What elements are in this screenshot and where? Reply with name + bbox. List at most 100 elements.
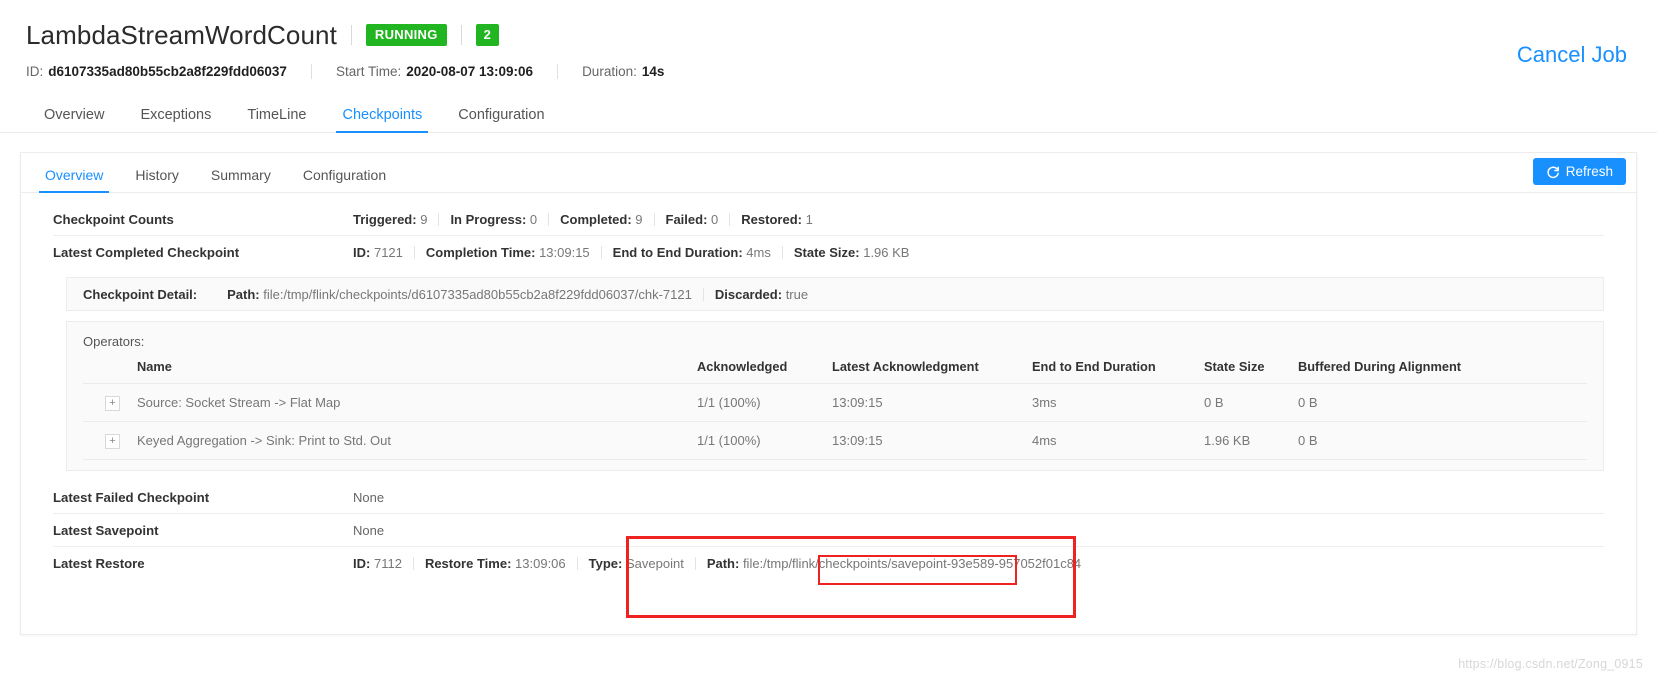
expander-cell: + — [83, 383, 137, 422]
in-progress-stat: In Progress: 0 — [450, 211, 538, 227]
restored-stat: Restored: 1 — [741, 211, 813, 227]
latest-savepoint-label: Latest Savepoint — [53, 522, 159, 538]
subtab-overview[interactable]: Overview — [29, 167, 119, 193]
subtab-configuration[interactable]: Configuration — [287, 167, 402, 192]
divider — [702, 287, 704, 301]
latest-restore-id: ID: 7112 — [353, 556, 402, 571]
tab-exceptions[interactable]: Exceptions — [122, 107, 229, 132]
operator-name: Source: Socket Stream -> Flat Map — [137, 383, 697, 422]
table-row: + Source: Socket Stream -> Flat Map 1/1 … — [83, 383, 1587, 422]
triggered-stat: Triggered: 9 — [353, 211, 428, 227]
col-state-size: State Size — [1204, 359, 1298, 384]
flink-job-checkpoints-page: LambdaStreamWordCount RUNNING 2 ID: d610… — [0, 0, 1657, 675]
checkpoints-card: Overview History Summary Configuration R… — [20, 152, 1637, 635]
tab-timeline[interactable]: TimeLine — [229, 107, 324, 132]
divider — [413, 246, 415, 259]
job-meta-row: ID: d6107335ad80b55cb2a8f229fdd06037 Sta… — [26, 64, 1631, 79]
operator-acknowledged: 1/1 (100%) — [697, 383, 832, 422]
expand-row-icon[interactable]: + — [105, 434, 120, 449]
checkpoint-counts-label: Checkpoint Counts — [53, 211, 174, 227]
divider — [438, 212, 440, 226]
latest-restore-type: Type: Savepoint — [588, 556, 684, 571]
divider — [600, 246, 602, 259]
latest-savepoint-value: None — [353, 522, 385, 538]
expander-cell: + — [83, 421, 137, 460]
main-tab-bar: Overview Exceptions TimeLine Checkpoints… — [0, 95, 1657, 133]
latest-completed-label: Latest Completed Checkpoint — [53, 245, 240, 260]
checkpoint-detail-box: Checkpoint Detail: Path: file:/tmp/flink… — [66, 277, 1604, 311]
col-expander — [83, 359, 137, 384]
sub-tab-bar: Overview History Summary Configuration R… — [21, 153, 1636, 193]
page-title: LambdaStreamWordCount — [26, 19, 337, 50]
operator-buffered-during-alignment: 0 B — [1298, 383, 1587, 422]
latest-completed-id: ID: 7121 — [353, 245, 403, 260]
latest-completed-state-size: State Size: 1.96 KB — [793, 245, 910, 260]
row-latest-savepoint: Latest Savepoint None — [53, 514, 1604, 547]
start-time-value: 2020-08-07 13:09:06 — [406, 64, 534, 79]
operators-title: Operators: — [83, 334, 145, 349]
checkpoint-detail-path: Path: file:/tmp/flink/checkpoints/d61073… — [227, 286, 692, 302]
row-latest-restore: Latest Restore ID: 7112 Restore Time: 13… — [53, 547, 1604, 580]
latest-completed-completion-time: Completion Time: 13:09:15 — [425, 245, 590, 260]
latest-restore-time: Restore Time: 13:09:06 — [424, 556, 566, 571]
checkpoint-counts-values: Triggered: 9 In Progress: 0 Completed: 9… — [353, 212, 813, 227]
row-checkpoint-counts: Checkpoint Counts Triggered: 9 In Progre… — [53, 203, 1604, 236]
tab-configuration[interactable]: Configuration — [440, 107, 562, 132]
divider — [576, 557, 578, 570]
refresh-label: Refresh — [1565, 164, 1613, 179]
job-id-label: ID: — [26, 64, 44, 79]
latest-savepoint-values: None — [353, 523, 384, 538]
latest-restore-path: Path: file:/tmp/flink/checkpoints/savepo… — [706, 556, 1082, 571]
operator-end-to-end-duration: 3ms — [1032, 383, 1204, 422]
watermark: https://blog.csdn.net/Zong_0915 — [1458, 657, 1643, 671]
row-latest-completed-checkpoint: Latest Completed Checkpoint ID: 7121 Com… — [53, 236, 1604, 269]
operator-acknowledged: 1/1 (100%) — [697, 421, 832, 460]
latest-completed-e2e: End to End Duration: 4ms — [612, 245, 771, 260]
operator-end-to-end-duration: 4ms — [1032, 421, 1204, 460]
operator-state-size: 0 B — [1204, 383, 1298, 422]
latest-completed-values: ID: 7121 Completion Time: 13:09:15 End t… — [353, 245, 909, 260]
divider — [729, 212, 731, 226]
operators-header-row: Name Acknowledged Latest Acknowledgment … — [83, 359, 1587, 384]
latest-failed-label: Latest Failed Checkpoint — [53, 489, 210, 505]
divider — [653, 212, 655, 226]
duration-label: Duration: — [582, 64, 637, 79]
checkpoint-detail-discarded: Discarded: true — [714, 286, 809, 302]
operators-box: Operators: Name Acknowledged Latest Ackn… — [66, 321, 1604, 471]
operator-buffered-during-alignment: 0 B — [1298, 421, 1587, 460]
operators-table-head: Name Acknowledged Latest Acknowledgment … — [83, 359, 1587, 384]
operator-state-size: 1.96 KB — [1204, 421, 1298, 460]
expand-row-icon[interactable]: + — [105, 396, 120, 411]
divider — [460, 25, 462, 45]
divider — [694, 557, 696, 570]
latest-failed-value: None — [353, 489, 385, 505]
col-buffered-during-alignment: Buffered During Alignment — [1298, 359, 1587, 384]
job-header: LambdaStreamWordCount RUNNING 2 ID: d610… — [0, 0, 1657, 79]
row-latest-failed-checkpoint: Latest Failed Checkpoint None — [53, 481, 1604, 514]
cancel-job-button[interactable]: Cancel Job — [1517, 42, 1627, 68]
latest-restore-values: ID: 7112 Restore Time: 13:09:06 Type: Sa… — [353, 556, 1081, 571]
operators-table: Name Acknowledged Latest Acknowledgment … — [83, 359, 1587, 460]
col-end-to-end-duration: End to End Duration — [1032, 359, 1204, 384]
latest-restore-path-highlight: savepoint-93e589-957052f01c84 — [891, 556, 1082, 571]
operators-table-body: + Source: Socket Stream -> Flat Map 1/1 … — [83, 383, 1587, 460]
start-time-label: Start Time: — [335, 64, 402, 79]
subtab-summary[interactable]: Summary — [195, 167, 287, 192]
parallelism-badge: 2 — [475, 24, 500, 46]
refresh-button[interactable]: Refresh — [1532, 158, 1626, 185]
job-id-value: d6107335ad80b55cb2a8f229fdd06037 — [48, 64, 287, 79]
latest-failed-values: None — [353, 490, 384, 505]
completed-stat: Completed: 9 — [560, 211, 643, 227]
refresh-icon — [1546, 165, 1560, 179]
divider — [781, 246, 783, 259]
checkpoint-detail-label: Checkpoint Detail: — [83, 286, 198, 302]
operator-latest-acknowledgment: 13:09:15 — [832, 421, 1032, 460]
divider — [557, 64, 559, 79]
divider — [548, 212, 550, 226]
duration-value: 14s — [641, 64, 665, 79]
divider — [412, 557, 414, 570]
subtab-history[interactable]: History — [119, 167, 195, 192]
divider — [350, 25, 352, 45]
tab-checkpoints[interactable]: Checkpoints — [324, 107, 440, 133]
tab-overview[interactable]: Overview — [26, 107, 122, 132]
